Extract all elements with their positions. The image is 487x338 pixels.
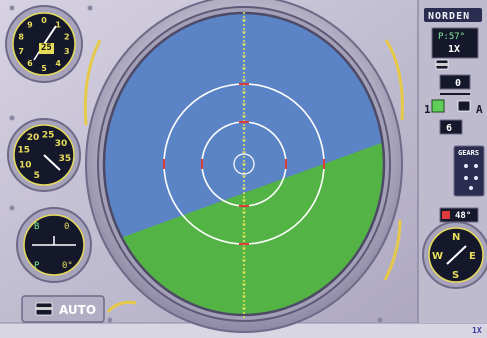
compass-south: S — [452, 270, 459, 281]
dial-number: 9 — [27, 20, 33, 29]
attitude-top-prefix: B — [34, 222, 39, 232]
altitude-setting-readout: 0 — [455, 78, 462, 89]
dial-number: 8 — [18, 32, 24, 41]
dial-number: 2 — [64, 32, 70, 41]
bay-number-label: 1 — [424, 103, 431, 116]
bay-door-switch[interactable] — [431, 99, 445, 113]
dial-number: 0 — [41, 16, 47, 25]
dial-number: 3 — [64, 47, 70, 56]
attitude-top-value: 0 — [64, 222, 69, 232]
altimeter-readout: 25 — [39, 43, 54, 54]
attitude-bottom-prefix: P — [34, 261, 40, 271]
temperature-readout: 48° — [455, 211, 472, 221]
dial-number: 4 — [55, 59, 61, 68]
compass-west: W — [432, 251, 443, 262]
attitude-bottom-value: 0° — [62, 261, 73, 271]
compass-gauge: N E S W — [422, 221, 487, 289]
autopilot-label: AUTO — [59, 303, 97, 317]
dial-number: 15 — [18, 145, 31, 155]
release-mode-label: A — [476, 103, 483, 116]
dial-number: 10 — [19, 161, 32, 171]
dial-number: 7 — [18, 47, 24, 56]
pitch-readout: P:57° — [438, 32, 466, 42]
release-mode-button[interactable] — [457, 100, 471, 112]
gears-label: GEARS — [458, 149, 480, 157]
airspeed-gauge: 510 15 20 2530 35 — [7, 118, 81, 192]
cockpit-scene: 0123456789 5101520 253035 B 0 P 0° N E S … — [0, 0, 487, 338]
attitude-gauge: B 0 P 0° — [16, 207, 92, 283]
dial-number: 25 — [42, 131, 55, 141]
time-speed-label: 1X — [472, 326, 482, 335]
norden-title: NORDEN — [428, 11, 471, 22]
release-count-readout: 6 — [446, 123, 453, 134]
dial-number: 5 — [41, 64, 47, 73]
compass-north: N — [452, 232, 460, 243]
compass-east: E — [469, 251, 476, 262]
magnification-readout: 1X — [448, 44, 461, 55]
dial-number: 20 — [27, 133, 40, 143]
dial-number: 35 — [59, 154, 72, 164]
dial-number: 1 — [55, 20, 61, 29]
dial-number: 6 — [27, 59, 33, 68]
dial-number: 5 — [34, 171, 40, 181]
dial-number: 30 — [55, 139, 68, 149]
